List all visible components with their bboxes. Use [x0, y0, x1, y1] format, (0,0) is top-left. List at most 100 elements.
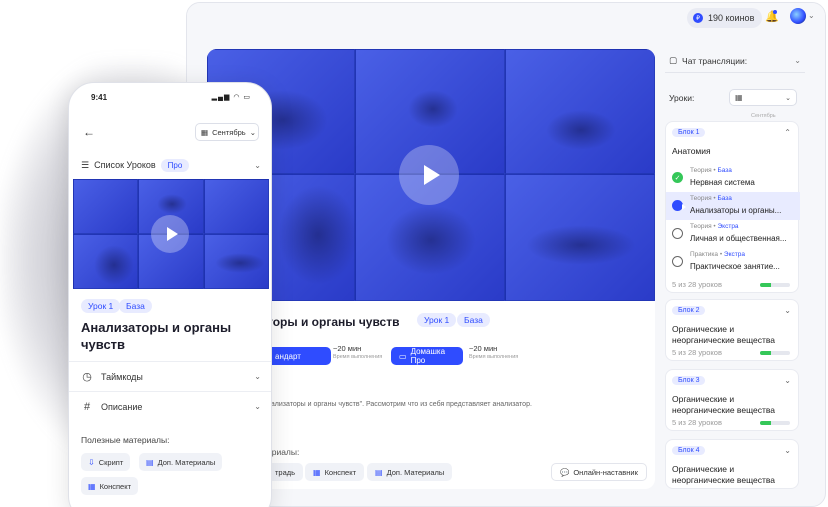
calendar-icon: ▦ — [735, 93, 743, 102]
duration-standard: ~20 мин Время выполнения — [333, 344, 383, 360]
clock-icon: ◷ — [82, 371, 92, 383]
block-tag: Блок 1 — [672, 128, 706, 137]
month-select[interactable]: ▦ Сентябрь ⌄ — [195, 123, 259, 141]
block-card[interactable]: Блок 3 ⌄ Органические и неорганические в… — [665, 369, 799, 431]
block-tag: Блок 3 — [672, 376, 706, 385]
materials-label: Полезные материалы: — [81, 435, 170, 445]
desktop-window: ₽ 190 коинов 🔔 ⌄ торы и органы чувств Ур… — [186, 2, 826, 507]
video-tile — [73, 179, 138, 234]
lesson-tag: Урок 1 — [81, 299, 121, 313]
block-name: Органические и неорганические вещества — [672, 394, 775, 415]
script-chip[interactable]: ⇩ Скрипт — [81, 453, 131, 471]
lesson-description: нализаторы и органы чувств". Рассмотрим … — [267, 401, 532, 408]
lesson-title: торы и органы чувств — [267, 315, 400, 329]
lesson-tag: Урок 1 — [417, 313, 457, 327]
document-icon: ▦ — [88, 481, 96, 491]
chevron-down-icon[interactable]: ⌄ — [784, 376, 791, 385]
level-tag: База — [457, 313, 490, 327]
chevron-down-icon[interactable]: ⌄ — [784, 446, 791, 455]
block-progress: 5 из 28 уроков — [672, 348, 722, 357]
chevron-down-icon: ⌄ — [249, 127, 256, 137]
block-card[interactable]: Блок 2 ⌄ Органические и неорганические в… — [665, 299, 799, 361]
extra-materials-chip[interactable]: ▤ Доп. Материалы — [139, 453, 223, 471]
chevron-up-icon[interactable]: ⌃ — [784, 128, 791, 137]
play-icon — [672, 200, 686, 211]
chevron-down-icon: ⌄ — [785, 94, 791, 102]
hash-icon: # — [83, 400, 91, 413]
video-tile — [505, 174, 655, 301]
lesson-item-active[interactable]: Теория • База Анализаторы и органы... — [666, 192, 800, 220]
progress-bar — [760, 351, 790, 355]
chevron-down-icon[interactable]: ⌄ — [808, 11, 815, 20]
summary-chip[interactable]: ▦ Конспект — [81, 477, 139, 495]
document-icon: ▦ — [313, 467, 321, 477]
block-name: Органические и неорганические вещества — [672, 464, 775, 485]
check-icon: ✓ — [672, 172, 683, 183]
radio-icon — [672, 228, 683, 239]
block-tag: Блок 2 — [672, 306, 706, 315]
lesson-item[interactable]: ✓ Теория • База Нервная система — [666, 164, 800, 192]
coins-label: 190 коинов — [708, 13, 755, 23]
coin-icon: ₽ — [693, 13, 703, 23]
lessons-sidebar: ▢ Чат трансляции: ⌄ Уроки: ▦ ⌄ Сентябрь … — [665, 49, 807, 506]
level-tag: База — [119, 299, 152, 313]
month-select[interactable]: ▦ ⌄ — [729, 89, 797, 106]
timecodes-row[interactable]: ◷ Таймкоды ⌄ — [69, 361, 271, 391]
chat-icon: 💬 — [560, 467, 570, 477]
lesson-item[interactable]: Теория • Экстра Личная и общественная... — [666, 220, 800, 248]
extra-materials-chip[interactable]: ▤ Доп. Материалы — [367, 463, 453, 481]
notebook-chip[interactable]: традь — [267, 463, 304, 481]
status-time: 9:41 — [91, 93, 108, 102]
video-tile — [204, 234, 269, 289]
play-button[interactable] — [399, 145, 459, 205]
folder-icon: ▭ — [399, 351, 407, 361]
block-tag: Блок 4 — [672, 446, 706, 455]
video-player[interactable] — [207, 49, 655, 301]
lessons-label: Уроки: — [669, 93, 695, 103]
block-card[interactable]: Блок 4 ⌄ Органические и неорганические в… — [665, 439, 799, 489]
block-progress: 5 из 28 уроков — [672, 418, 722, 427]
lesson-item[interactable]: Практика • Экстра Практическое занятие..… — [666, 248, 800, 276]
pro-tag: Про — [160, 158, 190, 172]
avatar[interactable] — [790, 8, 806, 24]
chevron-down-icon: ⌄ — [254, 402, 261, 411]
progress-bar — [760, 421, 790, 425]
block-progress: 5 из 28 уроков — [672, 280, 722, 289]
chevron-down-icon: ⌄ — [254, 160, 261, 170]
radio-icon — [672, 256, 683, 267]
summary-chip[interactable]: ▦ Конспект — [305, 463, 365, 481]
video-tile — [204, 179, 269, 234]
block-card[interactable]: Блок 1 ⌃ Анатомия ✓ Теория • База Нервна… — [665, 121, 800, 293]
video-tile — [505, 49, 655, 174]
chat-selector[interactable]: ▢ Чат трансляции: ⌄ — [665, 49, 805, 73]
block-name: Анатомия — [672, 146, 711, 156]
chevron-down-icon[interactable]: ⌄ — [784, 306, 791, 315]
duration-homework: ~20 мин Время выполнения — [469, 344, 519, 360]
description-row[interactable]: # Описание ⌄ — [69, 391, 271, 421]
download-icon: ⇩ — [88, 457, 95, 467]
progress-bar — [760, 283, 790, 287]
play-button[interactable] — [151, 215, 189, 253]
video-tile — [73, 234, 138, 289]
stage: ₽ 190 коинов 🔔 ⌄ торы и органы чувств Ур… — [0, 0, 828, 507]
document-icon: ▤ — [146, 457, 154, 467]
notification-dot — [773, 10, 777, 14]
back-arrow-icon[interactable]: ← — [83, 125, 95, 139]
desktop-topbar: ₽ 190 коинов 🔔 ⌄ — [187, 3, 825, 33]
block-name: Органические и неорганические вещества — [672, 324, 775, 345]
coins-badge[interactable]: ₽ 190 коинов — [687, 8, 763, 28]
homework-pro-button[interactable]: ▭ Домашка Про — [391, 347, 463, 365]
lessons-list-toggle[interactable]: ☰ Список Уроков Про ⌄ — [81, 155, 261, 175]
lesson-title: Анализаторы и органы чувств — [81, 320, 232, 352]
list-icon: ☰ — [81, 159, 90, 170]
lesson-card: торы и органы чувств Урок 1 База андарт … — [207, 49, 655, 489]
chevron-down-icon: ⌄ — [794, 56, 801, 65]
document-icon: ▤ — [375, 467, 383, 477]
phone-frame: 9:41 ▂▄▆ ◠ ▭ ← ▦ Сентябрь ⌄ ☰ Список Уро… — [68, 82, 272, 507]
video-player[interactable] — [73, 179, 269, 289]
online-mentor-button[interactable]: 💬 Онлайн-наставник — [551, 463, 647, 481]
status-icons: ▂▄▆ ◠ ▭ — [211, 94, 251, 101]
chevron-down-icon: ⌄ — [254, 372, 261, 381]
chat-icon: ▢ — [669, 55, 678, 65]
standard-button[interactable]: андарт — [267, 347, 331, 365]
